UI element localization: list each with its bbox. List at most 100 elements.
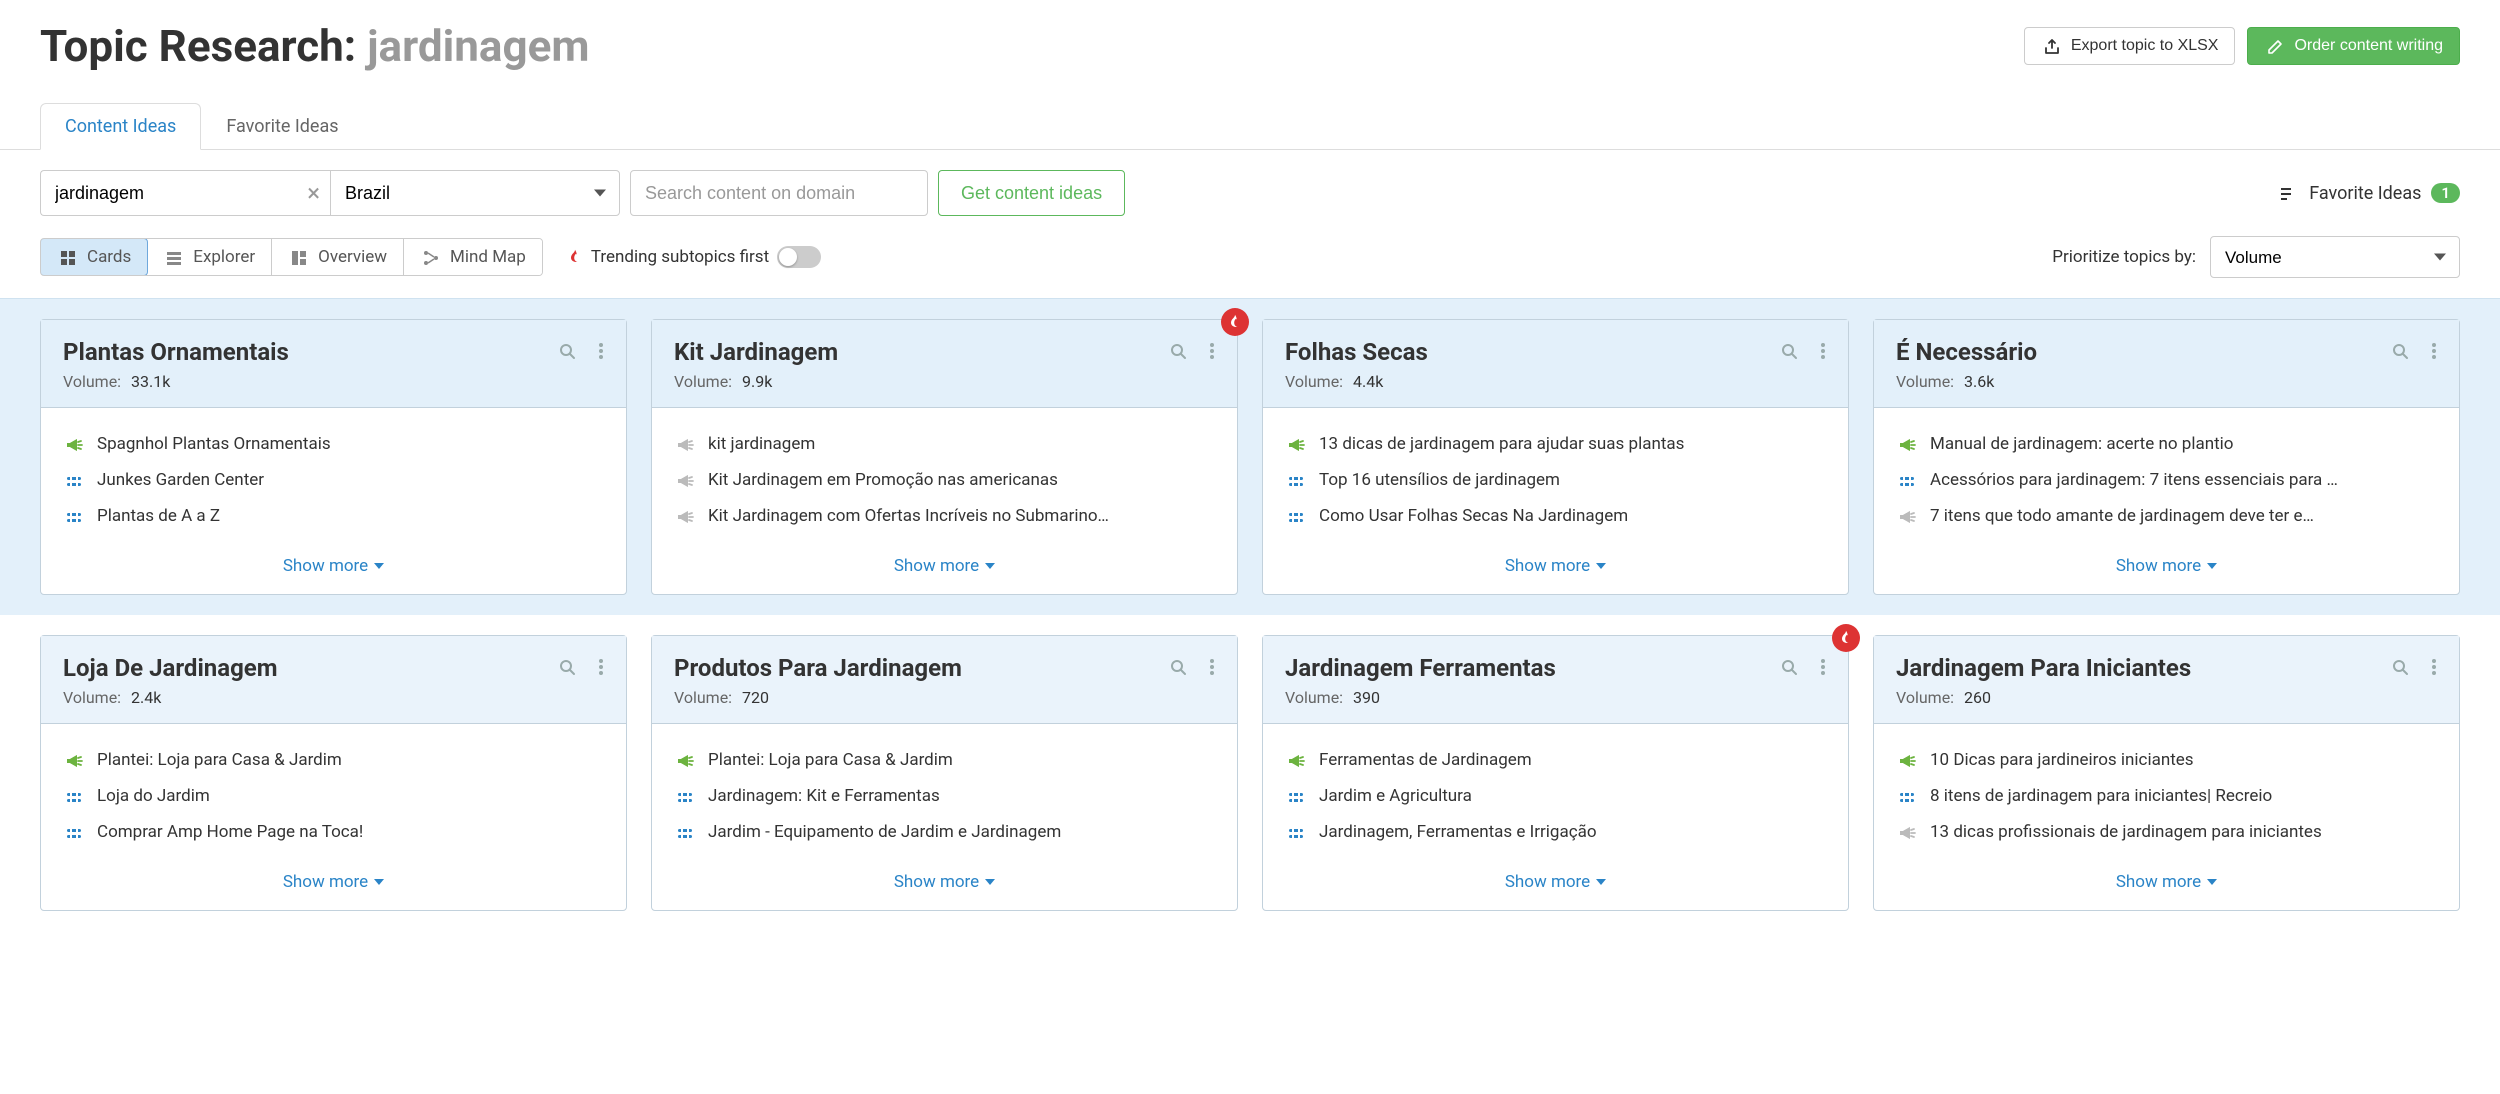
card-volume: Volume: 720 bbox=[674, 688, 1215, 707]
show-more-button[interactable]: Show more bbox=[1263, 860, 1848, 910]
view-cards-label: Cards bbox=[87, 247, 131, 267]
volume-label: Volume: bbox=[63, 372, 121, 391]
cards-icon bbox=[57, 249, 79, 267]
megaphone-grey-icon bbox=[1896, 824, 1918, 842]
card-item[interactable]: Top 16 utensílios de jardinagem bbox=[1285, 462, 1826, 498]
card-item[interactable]: Spagnhol Plantas Ornamentais bbox=[63, 426, 604, 462]
card-item[interactable]: Ferramentas de Jardinagem bbox=[1285, 742, 1826, 778]
card-item[interactable]: Kit Jardinagem em Promoção nas americana… bbox=[674, 462, 1215, 498]
card-item[interactable]: Jardinagem: Kit e Ferramentas bbox=[674, 778, 1215, 814]
tab-content-ideas[interactable]: Content Ideas bbox=[40, 103, 201, 150]
card-item[interactable]: Jardinagem, Ferramentas e Irrigação bbox=[1285, 814, 1826, 850]
chevron-down-icon bbox=[2207, 879, 2217, 885]
card-menu-icon[interactable] bbox=[592, 658, 610, 676]
show-more-button[interactable]: Show more bbox=[41, 860, 626, 910]
card-item[interactable]: 8 itens de jardinagem para iniciantes| R… bbox=[1896, 778, 2437, 814]
card-item-text: 8 itens de jardinagem para iniciantes| R… bbox=[1930, 786, 2437, 806]
trending-badge bbox=[1832, 624, 1860, 652]
show-more-button[interactable]: Show more bbox=[1263, 544, 1848, 594]
link-blue-icon bbox=[63, 788, 85, 806]
megaphone-green-icon bbox=[1896, 752, 1918, 770]
country-select[interactable]: Brazil bbox=[330, 170, 620, 216]
tab-favorite-ideas[interactable]: Favorite Ideas bbox=[201, 103, 363, 150]
trending-toggle[interactable] bbox=[777, 246, 821, 268]
card-body: 10 Dicas para jardineiros iniciantes 8 i… bbox=[1874, 724, 2459, 860]
explorer-icon bbox=[163, 249, 185, 267]
card-menu-icon[interactable] bbox=[1203, 658, 1221, 676]
megaphone-grey-icon bbox=[1896, 508, 1918, 526]
card-item[interactable]: Manual de jardinagem: acerte no plantio bbox=[1896, 426, 2437, 462]
card-search-icon[interactable] bbox=[1780, 658, 1798, 676]
card-item[interactable]: 7 itens que todo amante de jardinagem de… bbox=[1896, 498, 2437, 534]
card-search-icon[interactable] bbox=[558, 342, 576, 360]
show-more-button[interactable]: Show more bbox=[1874, 544, 2459, 594]
card-item[interactable]: Plantei: Loja para Casa & Jardim bbox=[674, 742, 1215, 778]
card-title: Loja De Jardinagem bbox=[63, 654, 604, 682]
view-explorer[interactable]: Explorer bbox=[147, 239, 272, 275]
prioritize-select[interactable]: Volume bbox=[2210, 236, 2460, 278]
card-item[interactable]: 13 dicas de jardinagem para ajudar suas … bbox=[1285, 426, 1826, 462]
card-menu-icon[interactable] bbox=[592, 342, 610, 360]
view-overview[interactable]: Overview bbox=[272, 239, 404, 275]
card-item[interactable]: 13 dicas profissionais de jardinagem par… bbox=[1896, 814, 2437, 850]
card-item[interactable]: Plantas de A a Z bbox=[63, 498, 604, 534]
clear-topic-icon[interactable]: × bbox=[307, 179, 320, 207]
view-explorer-label: Explorer bbox=[193, 247, 255, 267]
get-ideas-button[interactable]: Get content ideas bbox=[938, 170, 1125, 216]
megaphone-green-icon bbox=[63, 436, 85, 454]
card-item[interactable]: Plantei: Loja para Casa & Jardim bbox=[63, 742, 604, 778]
card-volume: Volume: 4.4k bbox=[1285, 372, 1826, 391]
card-menu-icon[interactable] bbox=[2425, 342, 2443, 360]
export-button[interactable]: Export topic to XLSX bbox=[2024, 27, 2236, 65]
view-mindmap[interactable]: Mind Map bbox=[404, 239, 542, 275]
topic-input[interactable] bbox=[40, 170, 330, 216]
card-search-icon[interactable] bbox=[2391, 342, 2409, 360]
card-item[interactable]: Loja do Jardim bbox=[63, 778, 604, 814]
volume-value: 390 bbox=[1353, 688, 1380, 707]
topic-card: Folhas Secas Volume: 4.4k 13 dicas de ja… bbox=[1262, 319, 1849, 595]
card-item[interactable]: Comprar Amp Home Page na Toca! bbox=[63, 814, 604, 850]
volume-value: 2.4k bbox=[131, 688, 161, 707]
favorite-ideas-link[interactable]: Favorite Ideas 1 bbox=[2277, 183, 2460, 204]
domain-input[interactable] bbox=[630, 170, 928, 216]
card-search-icon[interactable] bbox=[1169, 658, 1187, 676]
card-body: 13 dicas de jardinagem para ajudar suas … bbox=[1263, 408, 1848, 544]
volume-value: 33.1k bbox=[131, 372, 170, 391]
card-search-icon[interactable] bbox=[1169, 342, 1187, 360]
card-volume: Volume: 260 bbox=[1896, 688, 2437, 707]
topic-card: Kit Jardinagem Volume: 9.9k kit jardinag… bbox=[651, 319, 1238, 595]
card-title: Plantas Ornamentais bbox=[63, 338, 604, 366]
card-search-icon[interactable] bbox=[2391, 658, 2409, 676]
volume-value: 4.4k bbox=[1353, 372, 1383, 391]
view-mindmap-label: Mind Map bbox=[450, 247, 526, 267]
card-title: Folhas Secas bbox=[1285, 338, 1826, 366]
card-body: Plantei: Loja para Casa & Jardim Loja do… bbox=[41, 724, 626, 860]
export-label: Export topic to XLSX bbox=[2071, 37, 2219, 55]
card-search-icon[interactable] bbox=[1780, 342, 1798, 360]
show-more-button[interactable]: Show more bbox=[652, 860, 1237, 910]
card-item[interactable]: Junkes Garden Center bbox=[63, 462, 604, 498]
prioritize-label: Prioritize topics by: bbox=[2052, 247, 2196, 267]
card-item[interactable]: 10 Dicas para jardineiros iniciantes bbox=[1896, 742, 2437, 778]
link-blue-icon bbox=[1285, 788, 1307, 806]
card-item[interactable]: Jardim e Agricultura bbox=[1285, 778, 1826, 814]
view-switcher: Cards Explorer Overview Mind Map bbox=[40, 238, 543, 276]
card-item[interactable]: kit jardinagem bbox=[674, 426, 1215, 462]
card-item[interactable]: Kit Jardinagem com Ofertas Incríveis no … bbox=[674, 498, 1215, 534]
card-item[interactable]: Como Usar Folhas Secas Na Jardinagem bbox=[1285, 498, 1826, 534]
card-item[interactable]: Jardim - Equipamento de Jardim e Jardina… bbox=[674, 814, 1215, 850]
show-more-button[interactable]: Show more bbox=[1874, 860, 2459, 910]
card-search-icon[interactable] bbox=[558, 658, 576, 676]
card-menu-icon[interactable] bbox=[1814, 658, 1832, 676]
card-volume: Volume: 33.1k bbox=[63, 372, 604, 391]
card-menu-icon[interactable] bbox=[2425, 658, 2443, 676]
view-cards[interactable]: Cards bbox=[40, 238, 148, 276]
mindmap-icon bbox=[420, 249, 442, 267]
order-content-button[interactable]: Order content writing bbox=[2247, 27, 2460, 65]
trending-toggle-group: Trending subtopics first bbox=[567, 246, 821, 268]
show-more-button[interactable]: Show more bbox=[41, 544, 626, 594]
card-item[interactable]: Acessórios para jardinagem: 7 itens esse… bbox=[1896, 462, 2437, 498]
show-more-button[interactable]: Show more bbox=[652, 544, 1237, 594]
card-menu-icon[interactable] bbox=[1814, 342, 1832, 360]
card-menu-icon[interactable] bbox=[1203, 342, 1221, 360]
